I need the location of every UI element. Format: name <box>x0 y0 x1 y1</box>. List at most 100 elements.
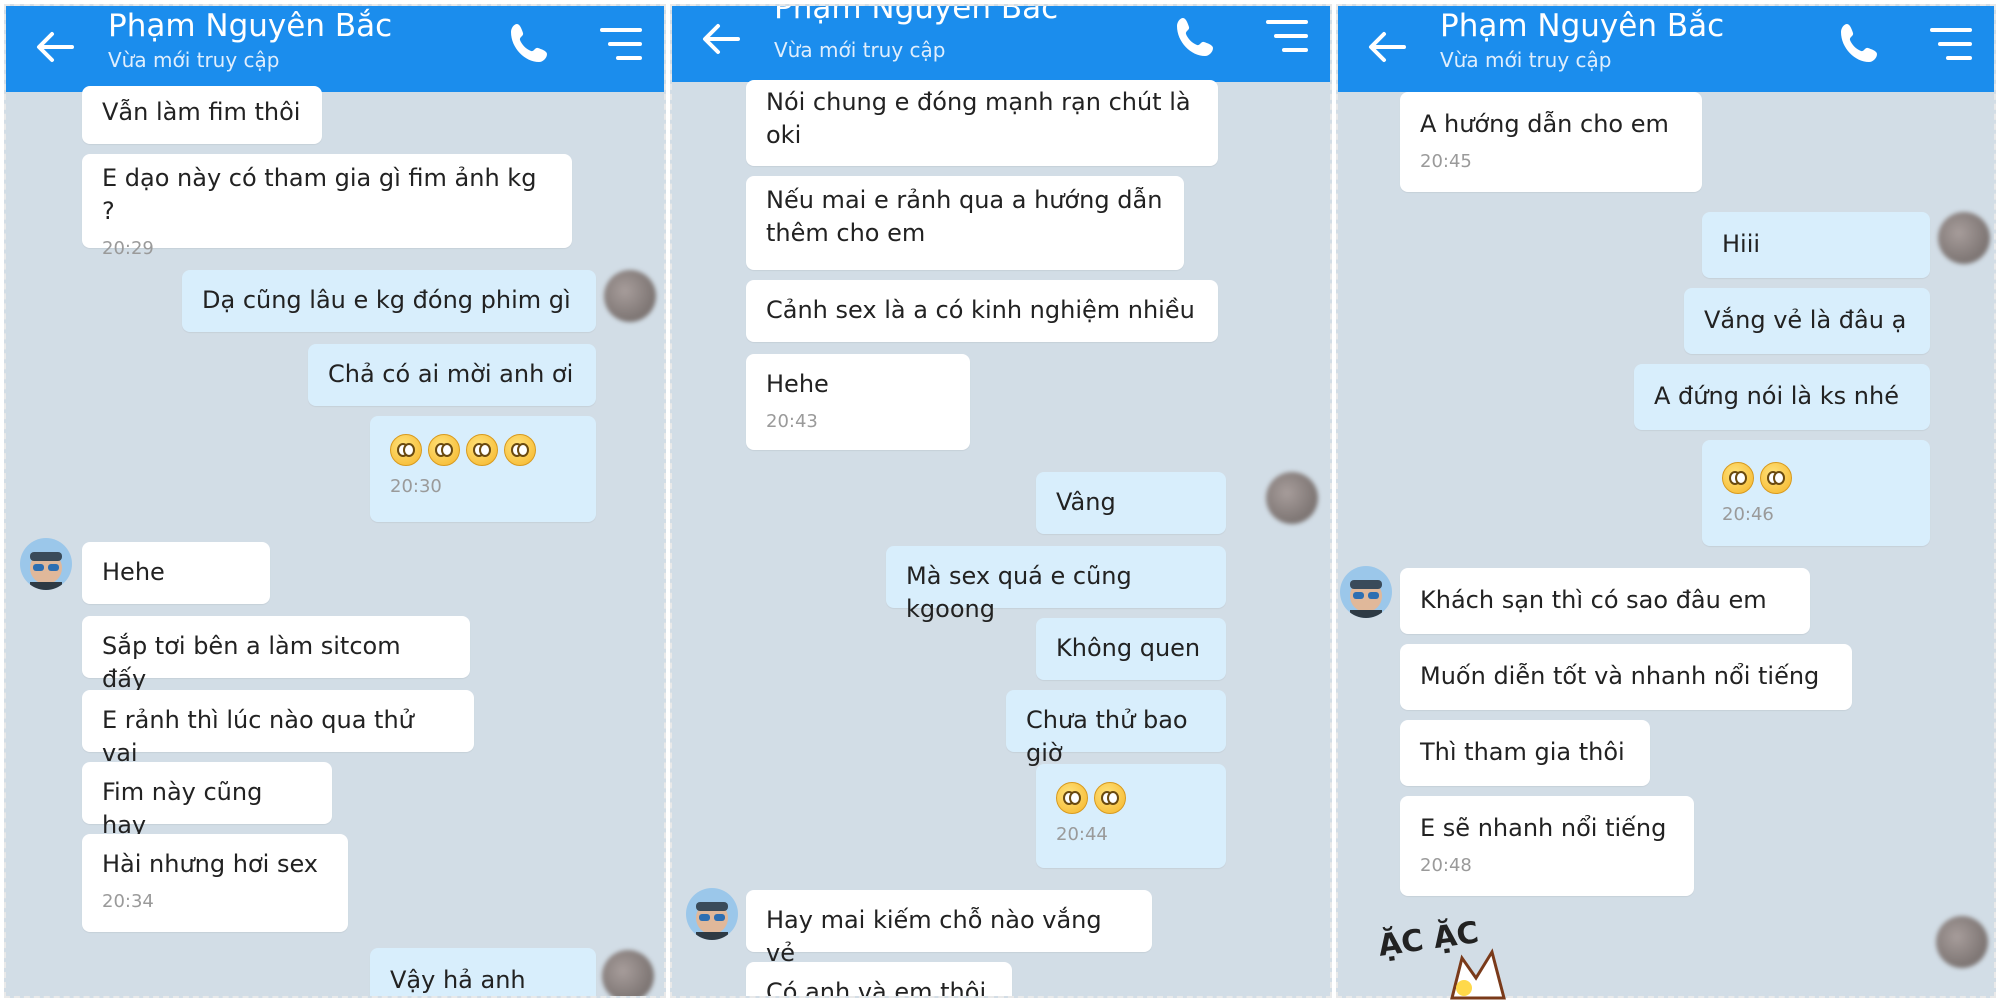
menu-icon[interactable] <box>598 24 644 64</box>
message-incoming[interactable]: Hài nhưng hơi sex 20:34 <box>82 834 348 932</box>
message-outgoing[interactable]: Chả có ai mời anh ơi <box>308 344 596 406</box>
message-incoming[interactable]: Hay mai kiếm chỗ nào vắng vẻ <box>746 890 1152 967</box>
chat-header: Phạm Nguyên Bắc Vừa mới truy cập <box>1338 6 1994 92</box>
message-text: Vậy hả anh <box>390 966 526 994</box>
message-incoming[interactable]: Hehe 20:43 <box>746 354 970 450</box>
message-outgoing[interactable]: A đứng nói là ks nhé <box>1634 364 1930 430</box>
emoji-icon <box>428 434 460 466</box>
message-text: Nói chung e đóng mạnh rạn chút là oki <box>766 88 1191 149</box>
message-outgoing[interactable]: Không quen <box>1036 618 1226 680</box>
avatar[interactable] <box>1938 212 1990 264</box>
emoji-icon <box>390 434 422 466</box>
message-incoming[interactable]: Nếu mai e rảnh qua a hướng dẫn thêm cho … <box>746 176 1184 270</box>
message-incoming[interactable]: Vẫn làm fim thôi <box>82 86 322 144</box>
message-time: 20:44 <box>1056 824 1108 845</box>
emoji-icon <box>504 434 536 466</box>
avatar[interactable] <box>602 950 654 996</box>
emoji-row <box>1056 782 1206 814</box>
message-incoming[interactable]: Muốn diễn tốt và nhanh nổi tiếng <box>1400 644 1852 710</box>
message-text: Vắng vẻ là đâu ạ <box>1704 306 1907 334</box>
message-outgoing[interactable]: Chưa thử bao giờ <box>1006 690 1226 767</box>
emoji-row <box>390 434 576 466</box>
message-text: E dạo này có tham gia gì fim ảnh kg ? <box>102 164 537 225</box>
emoji-icon <box>1094 782 1126 814</box>
phone-icon[interactable] <box>1838 20 1882 66</box>
message-incoming[interactable]: Fim này cũng hay <box>82 762 332 839</box>
avatar[interactable] <box>604 270 656 322</box>
chat-panel-3: Phạm Nguyên Bắc Vừa mới truy cập A hướng… <box>1336 4 1996 998</box>
message-text: A đứng nói là ks nhé <box>1654 382 1899 410</box>
message-incoming[interactable]: E rảnh thì lúc nào qua thử vai <box>82 690 474 767</box>
emoji-icon <box>1056 782 1088 814</box>
message-incoming[interactable]: Nói chung e đóng mạnh rạn chút là oki <box>746 80 1218 166</box>
message-text: E sẽ nhanh nổi tiếng <box>1420 814 1667 842</box>
avatar[interactable] <box>686 888 738 940</box>
message-incoming[interactable]: E sẽ nhanh nổi tiếng 20:48 <box>1400 796 1694 896</box>
chat-panel-2: Phạm Nguyên Bắc Vừa mới truy cập Nói chu… <box>670 4 1332 998</box>
message-time: 20:34 <box>102 891 154 912</box>
phone-icon[interactable] <box>1174 14 1218 60</box>
sticker[interactable]: ẶC ẶC <box>1376 915 1508 1000</box>
avatar[interactable] <box>20 538 72 590</box>
chat-panel-1: Phạm Nguyên Bắc Vừa mới truy cập Vẫn làm… <box>4 4 666 998</box>
contact-status: Vừa mới truy cập <box>774 38 946 62</box>
message-incoming[interactable]: Khách sạn thì có sao đâu em <box>1400 568 1810 634</box>
message-time: 20:46 <box>1722 504 1774 525</box>
message-outgoing[interactable]: Dạ cũng lâu e kg đóng phim gì <box>182 270 596 332</box>
contact-name[interactable]: Phạm Nguyên Bắc <box>108 8 392 44</box>
message-outgoing[interactable]: Vậy hả anh <box>370 948 596 996</box>
message-text: Vâng <box>1056 488 1116 516</box>
message-outgoing[interactable]: 20:30 <box>370 416 596 522</box>
phone-icon[interactable] <box>508 20 552 66</box>
message-text: Thì tham gia thôi <box>1420 738 1625 766</box>
message-time: 20:43 <box>766 411 818 432</box>
contact-name[interactable]: Phạm Nguyên Bắc <box>1440 8 1724 44</box>
avatar[interactable] <box>1340 566 1392 618</box>
back-arrow-icon[interactable] <box>32 24 78 70</box>
message-text: A hướng dẫn cho em <box>1420 110 1669 138</box>
chat-header: Phạm Nguyên Bắc Vừa mới truy cập <box>672 6 1330 82</box>
message-text: Chả có ai mời anh ơi <box>328 360 574 388</box>
message-time: 20:45 <box>1420 151 1472 172</box>
message-text: Fim này cũng hay <box>102 778 263 839</box>
menu-icon[interactable] <box>1264 16 1310 56</box>
message-incoming[interactable]: A hướng dẫn cho em 20:45 <box>1400 92 1702 192</box>
message-text: Muốn diễn tốt và nhanh nổi tiếng <box>1420 662 1820 690</box>
message-outgoing[interactable]: Hiii <box>1702 212 1930 278</box>
emoji-icon <box>1722 462 1754 494</box>
back-arrow-icon[interactable] <box>1364 24 1410 70</box>
message-outgoing[interactable]: Vâng <box>1036 472 1226 534</box>
contact-status: Vừa mới truy cập <box>1440 48 1612 72</box>
message-incoming[interactable]: Có anh và em thôi <box>746 962 1012 996</box>
message-incoming[interactable]: Sắp tơi bên a làm sitcom đấy <box>82 616 470 693</box>
message-text: Nếu mai e rảnh qua a hướng dẫn thêm cho … <box>766 186 1163 247</box>
message-incoming[interactable]: Hehe <box>82 542 270 604</box>
cat-sticker-icon <box>1450 948 1506 1000</box>
message-incoming[interactable]: E dạo này có tham gia gì fim ảnh kg ? 20:… <box>82 154 572 259</box>
message-text: Hehe <box>766 370 829 398</box>
message-text: Dạ cũng lâu e kg đóng phim gì <box>202 286 571 314</box>
emoji-row <box>1722 462 1910 494</box>
message-outgoing[interactable]: 20:46 <box>1702 440 1930 546</box>
message-incoming[interactable]: Cảnh sex là a có kinh nghiệm nhiều <box>746 280 1218 342</box>
message-time: 20:30 <box>390 476 442 497</box>
message-outgoing[interactable]: Vắng vẻ là đâu ạ <box>1684 288 1930 354</box>
menu-icon[interactable] <box>1928 24 1974 64</box>
message-text: Chưa thử bao giờ <box>1026 706 1188 767</box>
message-text: Vẫn làm fim thôi <box>102 98 301 126</box>
message-text: Hehe <box>102 558 165 586</box>
contact-name[interactable]: Phạm Nguyên Bắc <box>774 6 1058 26</box>
avatar[interactable] <box>1936 916 1988 968</box>
message-time: 20:48 <box>1420 855 1472 876</box>
message-outgoing[interactable]: 20:44 <box>1036 764 1226 868</box>
message-text: Sắp tơi bên a làm sitcom đấy <box>102 632 401 693</box>
message-time: 20:29 <box>102 238 154 259</box>
message-text: Hay mai kiếm chỗ nào vắng vẻ <box>766 906 1102 967</box>
back-arrow-icon[interactable] <box>698 16 744 62</box>
message-text: E rảnh thì lúc nào qua thử vai <box>102 706 414 767</box>
message-outgoing[interactable]: Mà sex quá e cũng kgoong <box>886 546 1226 623</box>
message-text: Cảnh sex là a có kinh nghiệm nhiều <box>766 296 1195 324</box>
message-incoming[interactable]: Thì tham gia thôi <box>1400 720 1650 786</box>
message-text: Không quen <box>1056 634 1201 662</box>
avatar[interactable] <box>1266 472 1318 524</box>
